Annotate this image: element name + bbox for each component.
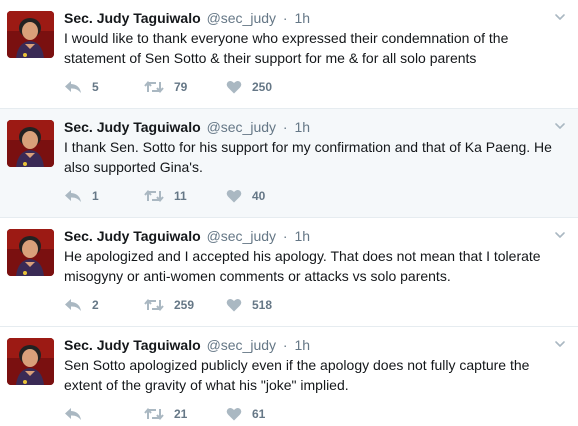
reply-button[interactable]: 1 <box>64 186 99 206</box>
author-handle[interactable]: @sec_judy <box>207 337 276 353</box>
timeline: Sec. Judy Taguiwalo @sec_judy · 1h I wou… <box>0 0 578 426</box>
retweet-icon <box>144 189 164 203</box>
reply-icon <box>65 408 81 420</box>
retweet-count: 79 <box>174 80 188 94</box>
like-count: 250 <box>252 80 273 94</box>
tweet-timestamp[interactable]: 1h <box>294 10 310 26</box>
separator-dot: · <box>282 337 288 353</box>
chevron-down-icon[interactable] <box>554 338 566 350</box>
reply-count: 2 <box>92 298 99 312</box>
retweet-count: 21 <box>174 407 188 421</box>
reply-count: 5 <box>92 80 99 94</box>
heart-icon <box>226 298 242 312</box>
tweet[interactable]: Sec. Judy Taguiwalo @sec_judy · 1h I tha… <box>0 109 578 218</box>
heart-icon <box>226 189 242 203</box>
tweet[interactable]: Sec. Judy Taguiwalo @sec_judy · 1h Sen S… <box>0 327 578 426</box>
separator-dot: · <box>282 10 288 26</box>
chevron-down-icon[interactable] <box>554 11 566 23</box>
like-button[interactable]: 40 <box>226 186 265 206</box>
tweet-header: Sec. Judy Taguiwalo @sec_judy · 1h <box>64 118 548 136</box>
like-button[interactable]: 518 <box>226 295 272 315</box>
like-count: 61 <box>252 407 266 421</box>
reply-icon <box>65 190 81 202</box>
chevron-down-icon[interactable] <box>554 229 566 241</box>
retweet-icon <box>144 298 164 312</box>
avatar[interactable] <box>7 120 54 167</box>
retweet-button[interactable]: 11 <box>144 186 187 206</box>
retweet-button[interactable]: 79 <box>144 77 187 97</box>
reply-icon <box>65 81 81 93</box>
retweet-count: 259 <box>174 298 195 312</box>
tweet-timestamp[interactable]: 1h <box>294 337 310 353</box>
like-count: 40 <box>252 189 266 203</box>
author-name[interactable]: Sec. Judy Taguiwalo <box>64 10 201 26</box>
retweet-icon <box>144 80 164 94</box>
tweet-text: Sen Sotto apologized publicly even if th… <box>64 357 530 393</box>
avatar[interactable] <box>7 338 54 385</box>
like-count: 518 <box>252 298 273 312</box>
tweet-header: Sec. Judy Taguiwalo @sec_judy · 1h <box>64 9 548 27</box>
author-name[interactable]: Sec. Judy Taguiwalo <box>64 337 201 353</box>
chevron-down-icon[interactable] <box>554 120 566 132</box>
tweet[interactable]: Sec. Judy Taguiwalo @sec_judy · 1h I wou… <box>0 0 578 109</box>
tweet-text: He apologized and I accepted his apology… <box>64 248 541 284</box>
reply-button[interactable]: 2 <box>64 295 99 315</box>
tweet-header: Sec. Judy Taguiwalo @sec_judy · 1h <box>64 227 548 245</box>
tweet-timestamp[interactable]: 1h <box>294 228 310 244</box>
reply-button[interactable]: 5 <box>64 77 99 97</box>
reply-button[interactable] <box>64 404 92 424</box>
author-handle[interactable]: @sec_judy <box>207 228 276 244</box>
avatar[interactable] <box>7 11 54 58</box>
tweet-timestamp[interactable]: 1h <box>294 119 310 135</box>
like-button[interactable]: 250 <box>226 77 272 97</box>
author-name[interactable]: Sec. Judy Taguiwalo <box>64 228 201 244</box>
retweet-button[interactable]: 259 <box>144 295 194 315</box>
tweet-header: Sec. Judy Taguiwalo @sec_judy · 1h <box>64 336 548 354</box>
avatar[interactable] <box>7 229 54 276</box>
separator-dot: · <box>282 119 288 135</box>
retweet-button[interactable]: 21 <box>144 404 187 424</box>
heart-icon <box>226 407 242 421</box>
tweet-text: I thank Sen. Sotto for his support for m… <box>64 139 552 175</box>
separator-dot: · <box>282 228 288 244</box>
author-name[interactable]: Sec. Judy Taguiwalo <box>64 119 201 135</box>
tweet[interactable]: Sec. Judy Taguiwalo @sec_judy · 1h He ap… <box>0 218 578 327</box>
retweet-count: 11 <box>174 189 187 203</box>
retweet-icon <box>144 407 164 421</box>
heart-icon <box>226 80 242 94</box>
reply-icon <box>65 299 81 311</box>
reply-count: 1 <box>92 189 99 203</box>
author-handle[interactable]: @sec_judy <box>207 119 276 135</box>
author-handle[interactable]: @sec_judy <box>207 10 276 26</box>
tweet-text: I would like to thank everyone who expre… <box>64 30 509 66</box>
like-button[interactable]: 61 <box>226 404 265 424</box>
